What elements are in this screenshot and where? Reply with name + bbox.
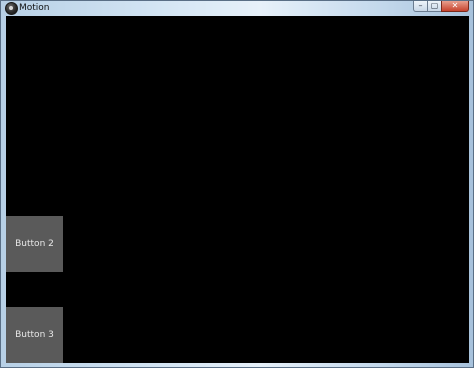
title-bar[interactable]: Motion – ▢ ✕ xyxy=(1,1,473,16)
maximize-icon: ▢ xyxy=(430,1,439,10)
window-title: Motion xyxy=(19,3,50,13)
button-3[interactable]: Button 3 xyxy=(6,307,63,363)
minimize-icon: – xyxy=(418,1,423,10)
motion-canvas[interactable]: Button 2 Button 3 xyxy=(6,16,469,363)
maximize-button[interactable]: ▢ xyxy=(427,1,442,12)
app-window: Motion – ▢ ✕ Button 2 Button 3 xyxy=(0,0,474,368)
minimize-button[interactable]: – xyxy=(413,1,428,12)
close-icon: ✕ xyxy=(451,1,459,10)
button-2[interactable]: Button 2 xyxy=(6,216,63,272)
close-button[interactable]: ✕ xyxy=(441,1,469,12)
app-icon xyxy=(5,2,18,15)
